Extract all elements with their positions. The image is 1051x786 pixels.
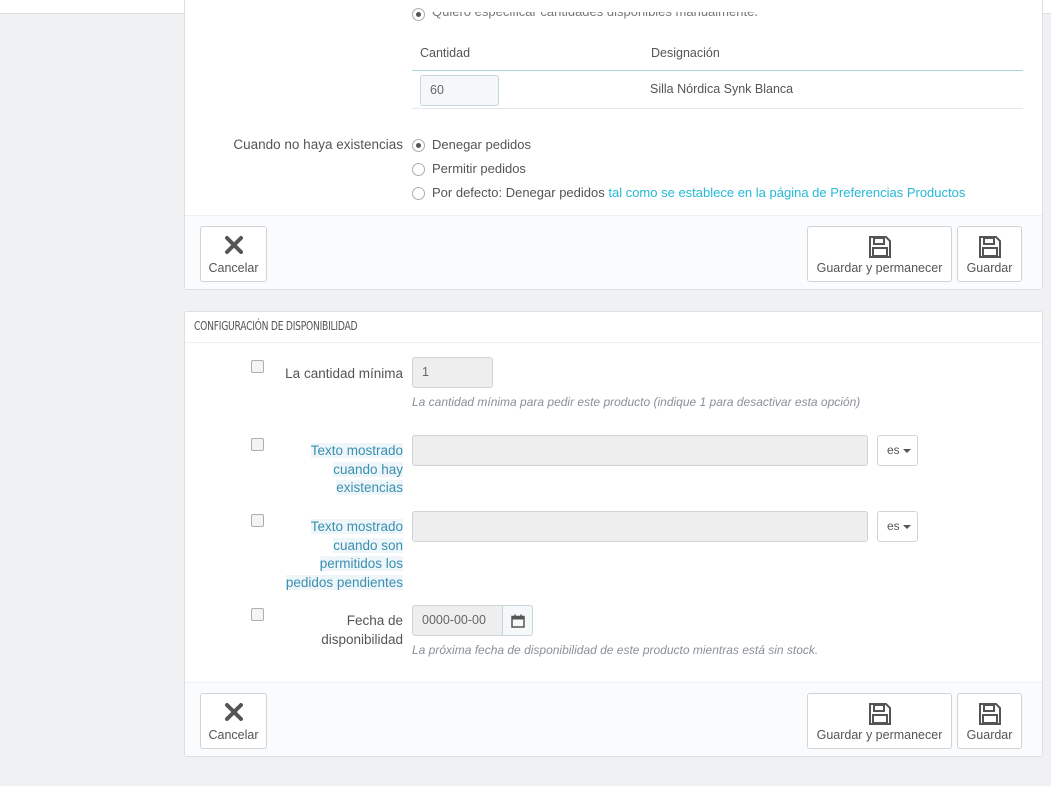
- availability-panel: CONFIGURACIÓN DE DISPONIBILIDAD La canti…: [184, 311, 1043, 757]
- availability-date-label: Fecha de disponibilidad: [245, 612, 403, 649]
- quantities-panel-footer: Cancelar Guardar y permanecer Guardar: [185, 215, 1042, 289]
- chevron-down-icon: [902, 524, 911, 529]
- cancel-button-label: Cancelar: [208, 261, 259, 275]
- radio-default-orders[interactable]: [412, 187, 425, 200]
- out-of-stock-label: Cuando no haya existencias: [233, 137, 403, 152]
- save-label: Guardar: [966, 728, 1013, 742]
- floppy-disk-icon: [978, 703, 1001, 725]
- table-header-designation: Designación: [651, 46, 720, 60]
- radio-default-text: Por defecto: Denegar pedidos: [432, 185, 605, 200]
- radio-default-orders-label: Por defecto: Denegar pedidos tal como se…: [432, 185, 965, 200]
- calendar-icon: [511, 614, 525, 628]
- availability-panel-footer: Cancelar Guardar y permanecer Guardar: [185, 682, 1042, 756]
- save-and-stay-label: Guardar y permanecer: [816, 728, 943, 742]
- designation-cell: Silla Nórdica Synk Blanca: [650, 82, 794, 96]
- floppy-disk-icon: [978, 236, 1001, 258]
- radio-manual-label: Quiero especificar cantidades disponible…: [432, 4, 758, 19]
- backorder-label-line-3: permitidos los: [319, 556, 403, 571]
- in-stock-lang-value: es: [887, 443, 900, 457]
- backorder-lang-value: es: [887, 519, 900, 533]
- radio-allow-orders[interactable]: [412, 163, 425, 176]
- table-row-divider: [412, 108, 1023, 109]
- radio-deny-orders[interactable]: [412, 139, 425, 152]
- backorder-label-line-4: pedidos pendientes: [285, 574, 403, 590]
- availability-date-input[interactable]: 0000-00-00: [412, 605, 503, 636]
- availability-panel-heading: CONFIGURACIÓN DE DISPONIBILIDAD: [194, 319, 358, 333]
- floppy-disk-icon: [868, 236, 891, 258]
- backorder-text-input[interactable]: [412, 511, 868, 542]
- save-and-stay-button[interactable]: Guardar y permanecer: [807, 693, 952, 749]
- save-button[interactable]: Guardar: [957, 226, 1022, 282]
- backorder-text-label: Texto mostrado cuando son permitidos los…: [245, 518, 403, 592]
- close-icon: [224, 703, 243, 721]
- min-qty-help: La cantidad mínima para pedir este produ…: [412, 395, 861, 409]
- backorder-label-line-1: Texto mostrado: [310, 519, 403, 534]
- save-label: Guardar: [966, 261, 1013, 275]
- in-stock-label-line-2: cuando hay: [333, 461, 403, 477]
- min-qty-input[interactable]: 1: [412, 357, 493, 388]
- radio-deny-orders-label: Denegar pedidos: [432, 137, 532, 152]
- chevron-down-icon: [902, 448, 911, 453]
- availability-date-help: La próxima fecha de disponibilidad de es…: [412, 643, 819, 657]
- radio-manual-quantities[interactable]: [412, 8, 425, 21]
- in-stock-text-label: Texto mostrado cuando hay existencias: [245, 442, 403, 498]
- cancel-button-label: Cancelar: [208, 728, 259, 742]
- close-icon: [224, 236, 243, 254]
- save-and-stay-label: Guardar y permanecer: [816, 261, 943, 275]
- backorder-label-line-2: cuando son: [333, 537, 403, 553]
- save-and-stay-button[interactable]: Guardar y permanecer: [807, 226, 952, 282]
- in-stock-lang-dropdown[interactable]: es: [877, 435, 918, 466]
- floppy-disk-icon: [868, 703, 891, 725]
- quantity-input[interactable]: 60: [420, 75, 499, 106]
- preferences-link[interactable]: tal como se establece en la página de Pr…: [608, 185, 965, 200]
- backorder-lang-dropdown[interactable]: es: [877, 511, 918, 542]
- cancel-button[interactable]: Cancelar: [200, 226, 267, 282]
- table-header-quantity: Cantidad: [420, 46, 471, 60]
- radio-allow-orders-label: Permitir pedidos: [432, 161, 526, 176]
- calendar-button[interactable]: [502, 605, 533, 636]
- save-button[interactable]: Guardar: [957, 693, 1022, 749]
- in-stock-label-line-3: existencias: [336, 480, 403, 495]
- table-header-divider: [412, 70, 1023, 71]
- availability-date-label-line-2: disponibilidad: [321, 631, 403, 647]
- quantities-panel: Quiero especificar cantidades disponible…: [184, 0, 1043, 290]
- min-qty-label: La cantidad mínima: [285, 366, 403, 381]
- in-stock-text-input[interactable]: [412, 435, 868, 466]
- heading-divider: [185, 342, 1042, 343]
- availability-date-label-line-1: Fecha de: [346, 613, 403, 628]
- in-stock-label-line-1: Texto mostrado: [310, 443, 403, 458]
- cancel-button[interactable]: Cancelar: [200, 693, 267, 749]
